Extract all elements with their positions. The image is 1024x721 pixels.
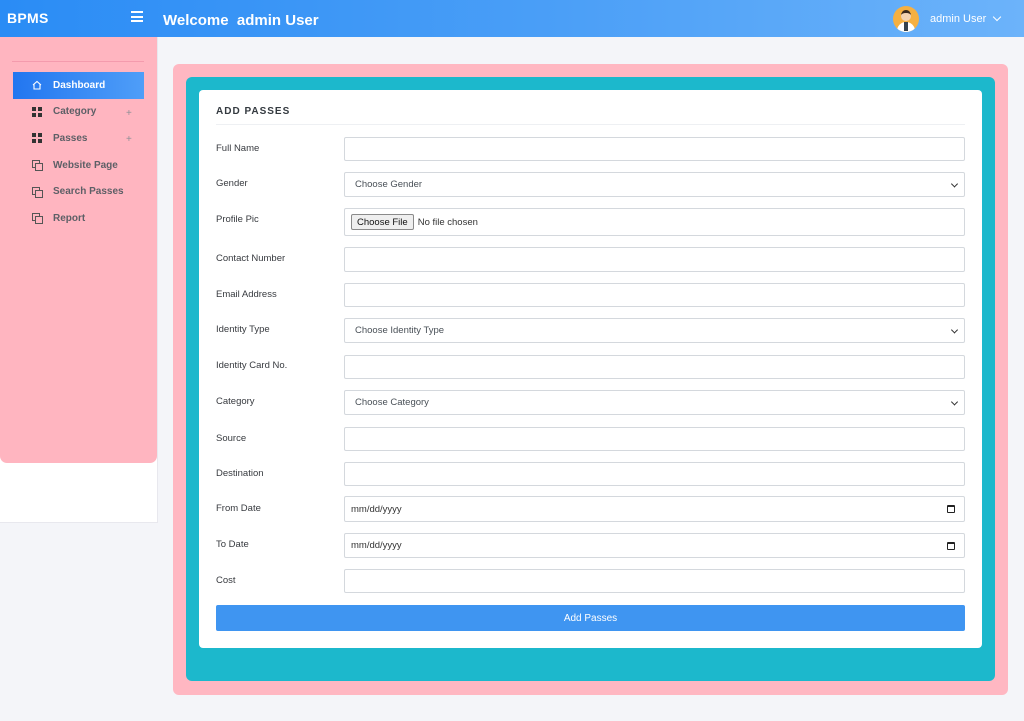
sidebar-item-website-page[interactable]: Website Page: [13, 152, 144, 179]
add-passes-card: ADD PASSES Full Name Gender Choose Gende…: [199, 90, 982, 648]
expand-plus-icon[interactable]: +: [126, 108, 132, 119]
to-date-input[interactable]: mm/dd/yyyy: [344, 533, 965, 558]
page-title: ADD PASSES: [216, 106, 291, 117]
home-icon: [32, 80, 42, 90]
contact-number-input[interactable]: [344, 247, 965, 272]
welcome-title: Welcome admin User: [163, 12, 319, 29]
identity-type-label: Identity Type: [216, 324, 270, 335]
profile-pic-label: Profile Pic: [216, 214, 259, 225]
choose-file-button[interactable]: Choose File: [351, 214, 414, 230]
profile-pic-input[interactable]: Choose File No file chosen: [344, 208, 965, 236]
email-address-label: Email Address: [216, 289, 277, 300]
menu-toggle-icon[interactable]: [131, 11, 143, 23]
cost-input[interactable]: [344, 569, 965, 593]
brand-logo[interactable]: BPMS: [7, 10, 49, 26]
from-date-input[interactable]: mm/dd/yyyy: [344, 496, 965, 522]
source-label: Source: [216, 433, 247, 444]
chevron-down-icon: [950, 179, 959, 188]
user-menu[interactable]: admin User: [893, 6, 1002, 32]
gender-select-value: Choose Gender: [355, 179, 423, 190]
avatar: [893, 6, 919, 32]
grid-icon: [32, 106, 42, 117]
expand-plus-icon[interactable]: +: [126, 134, 132, 145]
identity-card-input[interactable]: [344, 355, 965, 379]
gender-select[interactable]: Choose Gender: [344, 172, 965, 197]
from-date-label: From Date: [216, 503, 261, 514]
copy-icon: [32, 186, 43, 198]
email-address-input[interactable]: [344, 283, 965, 307]
card-divider: [216, 124, 965, 125]
sidebar: Dashboard Category + Passes + Website Pa…: [0, 37, 157, 463]
copy-icon: [32, 160, 43, 172]
full-name-label: Full Name: [216, 143, 260, 154]
sidebar-divider: [12, 61, 144, 62]
identity-type-select[interactable]: Choose Identity Type: [344, 318, 965, 343]
file-status-text: No file chosen: [417, 216, 478, 228]
sidebar-item-dashboard[interactable]: Dashboard: [13, 72, 144, 99]
destination-input[interactable]: [344, 462, 965, 486]
sidebar-item-label: Passes: [53, 132, 88, 144]
sidebar-item-label: Category: [53, 106, 97, 118]
sidebar-item-label: Report: [53, 212, 86, 224]
chevron-down-icon: [950, 325, 959, 334]
to-date-label: To Date: [216, 539, 249, 550]
destination-label: Destination: [216, 468, 264, 479]
grid-icon: [32, 133, 42, 144]
sidebar-item-label: Website Page: [53, 159, 118, 171]
calendar-icon[interactable]: [947, 541, 955, 550]
calendar-icon[interactable]: [947, 505, 955, 513]
chevron-down-icon: [993, 12, 1002, 22]
top-navbar: BPMS Welcome admin User admin User: [0, 0, 1024, 37]
cost-label: Cost: [216, 575, 236, 586]
identity-type-select-value: Choose Identity Type: [355, 325, 445, 336]
add-passes-button[interactable]: Add Passes: [216, 605, 965, 631]
category-select-value: Choose Category: [355, 397, 429, 408]
chevron-down-icon: [950, 397, 959, 406]
category-label: Category: [216, 396, 255, 407]
sidebar-item-search-passes[interactable]: Search Passes: [13, 178, 144, 205]
to-date-value: mm/dd/yyyy: [351, 540, 402, 551]
copy-icon: [32, 213, 43, 225]
user-name: admin User: [930, 13, 987, 25]
sidebar-item-label: Search Passes: [53, 186, 124, 198]
sidebar-nav: Dashboard Category + Passes + Website Pa…: [13, 72, 144, 232]
from-date-value: mm/dd/yyyy: [351, 503, 402, 515]
sidebar-item-label: Dashboard: [53, 79, 106, 91]
full-name-input[interactable]: [344, 137, 965, 161]
contact-number-label: Contact Number: [216, 253, 286, 264]
category-select[interactable]: Choose Category: [344, 390, 965, 415]
source-input[interactable]: [344, 427, 965, 451]
sidebar-item-passes[interactable]: Passes +: [13, 125, 144, 152]
gender-label: Gender: [216, 178, 248, 189]
identity-card-label: Identity Card No.: [216, 360, 288, 371]
sidebar-item-report[interactable]: Report: [13, 205, 144, 232]
sidebar-item-category[interactable]: Category +: [13, 99, 144, 126]
